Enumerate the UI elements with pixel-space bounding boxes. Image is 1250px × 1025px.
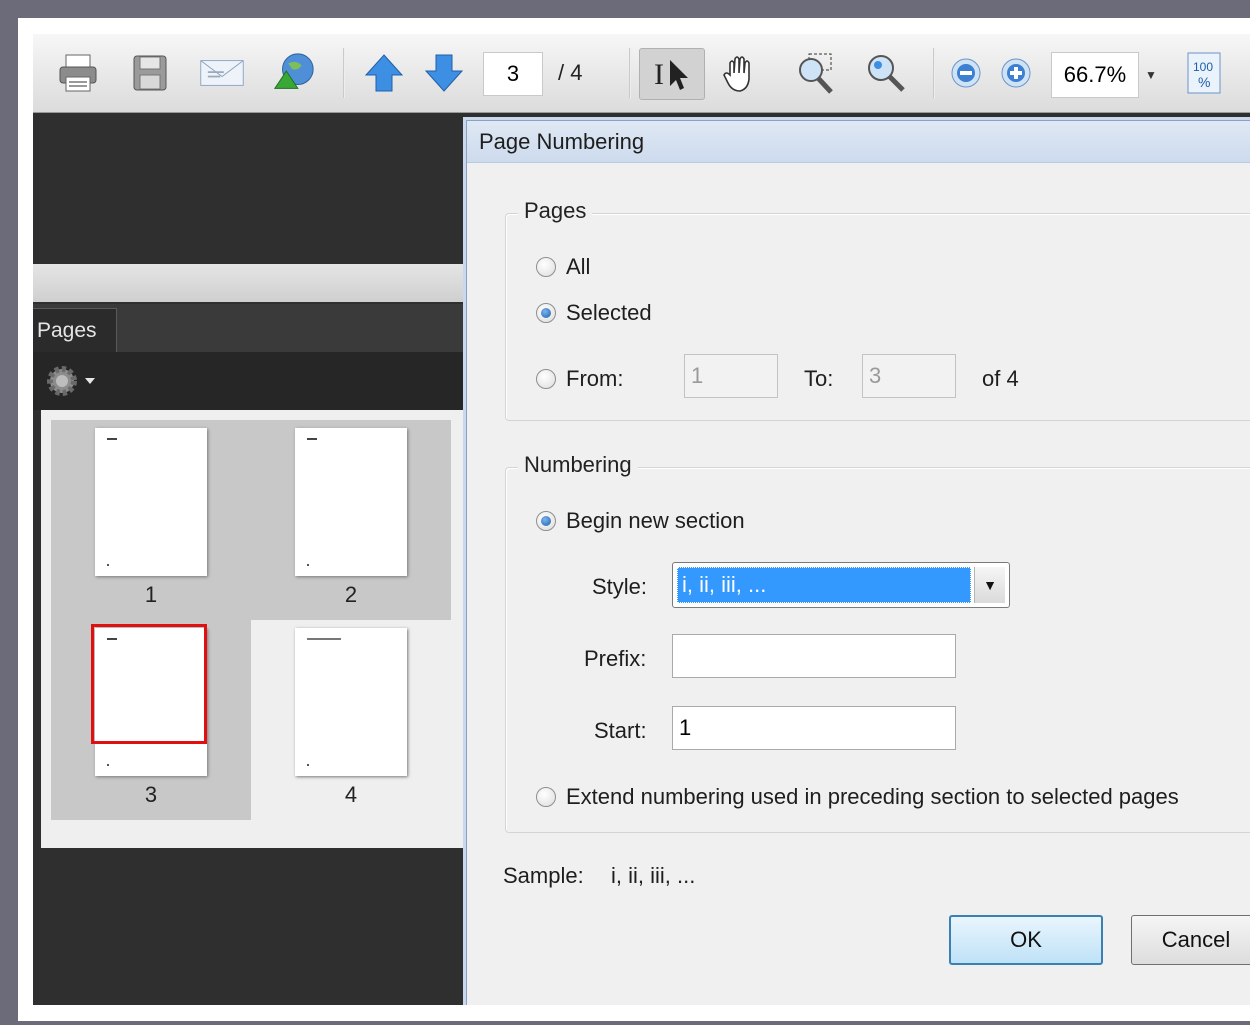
navigation-panel-header: Pages <box>33 304 465 353</box>
thumbnail-label: 3 <box>144 782 158 807</box>
pages-group-legend: Pages <box>518 198 593 224</box>
begin-new-section-radio[interactable]: Begin new section <box>536 508 745 534</box>
style-label: Style: <box>592 574 648 599</box>
numbering-group-legend: Numbering <box>518 452 638 478</box>
svg-text:I: I <box>654 58 664 91</box>
pdf-viewer-window: 3 / 4 I 66.7% ▼ 100% Pages 1 2 3 4 Page … <box>33 34 1250 1005</box>
radio-indicator <box>536 787 556 807</box>
actual-size-icon[interactable]: 100% <box>1181 48 1227 98</box>
options-gear-icon[interactable] <box>45 364 97 403</box>
page-range-radio[interactable]: From: <box>536 366 623 392</box>
page-numbering-dialog: Page Numbering Pages All Selected From: … <box>466 120 1250 1005</box>
save-icon[interactable] <box>127 48 173 98</box>
page-preview <box>295 428 407 576</box>
to-label: To: <box>804 366 834 391</box>
panel-divider <box>33 264 465 302</box>
page-thumbnails: 1 2 3 4 <box>41 410 465 848</box>
zoom-dropdown-icon[interactable]: ▼ <box>1145 68 1157 82</box>
marquee-zoom-icon[interactable] <box>793 48 839 98</box>
all-pages-radio[interactable]: All <box>536 254 590 280</box>
page-preview <box>295 628 407 776</box>
prefix-label: Prefix: <box>584 646 647 671</box>
radio-indicator <box>536 369 556 389</box>
cancel-button[interactable]: Cancel <box>1131 915 1250 965</box>
hand-tool-icon[interactable] <box>717 48 763 98</box>
all-pages-label: All <box>566 254 591 279</box>
pages-group: Pages All Selected From: 1 To: 3 of 4 <box>505 198 1250 421</box>
chevron-down-icon[interactable]: ▼ <box>974 567 1005 603</box>
next-page-icon[interactable] <box>421 48 467 98</box>
thumbnail-page-1[interactable]: 1 <box>51 420 251 620</box>
previous-page-icon[interactable] <box>361 48 407 98</box>
style-select[interactable]: i, ii, iii, ... ▼ <box>672 562 1010 608</box>
prefix-field[interactable] <box>672 634 956 678</box>
thumbnail-page-4[interactable]: 4 <box>251 620 451 820</box>
share-icon[interactable] <box>271 48 317 98</box>
thumbnail-label: 1 <box>144 582 158 607</box>
toolbar-separator <box>933 48 935 98</box>
page-count-label: of 4 <box>982 366 1019 391</box>
pages-panel-toolbar <box>33 352 465 410</box>
zoom-tool-icon[interactable] <box>863 48 909 98</box>
to-page-field[interactable]: 3 <box>862 354 956 398</box>
thumbnail-page-2[interactable]: 2 <box>251 420 451 620</box>
print-icon[interactable] <box>55 48 101 98</box>
zoom-level-input[interactable]: 66.7% <box>1051 52 1139 98</box>
zoom-in-icon[interactable] <box>993 48 1039 98</box>
start-label: Start: <box>594 718 647 743</box>
thumbnail-label: 4 <box>344 782 358 807</box>
page-preview <box>95 428 207 576</box>
svg-text:100: 100 <box>1193 60 1213 74</box>
begin-new-section-label: Begin new section <box>566 508 745 533</box>
email-icon[interactable] <box>199 48 245 98</box>
svg-text:%: % <box>1198 74 1210 90</box>
toolbar-separator <box>629 48 631 98</box>
toolbar: 3 / 4 I 66.7% ▼ 100% <box>33 34 1250 113</box>
selected-pages-label: Selected <box>566 300 652 325</box>
visible-area-highlight[interactable] <box>91 624 207 744</box>
sample-label: Sample: <box>503 863 584 888</box>
from-page-field[interactable]: 1 <box>684 354 778 398</box>
from-label: From: <box>566 366 624 391</box>
start-field[interactable]: 1 <box>672 706 956 750</box>
thumbnail-label: 2 <box>344 582 358 607</box>
style-selected-value: i, ii, iii, ... <box>677 567 971 603</box>
toolbar-separator <box>343 48 345 98</box>
select-tool-icon[interactable]: I <box>639 48 705 100</box>
sample-value: i, ii, iii, ... <box>611 863 696 888</box>
radio-indicator <box>536 511 556 531</box>
radio-indicator <box>536 257 556 277</box>
zoom-out-icon[interactable] <box>943 48 989 98</box>
radio-indicator <box>536 303 556 323</box>
dialog-title[interactable]: Page Numbering <box>467 121 1250 163</box>
pages-tab[interactable]: Pages <box>33 308 117 352</box>
extend-numbering-radio[interactable]: Extend numbering used in preceding secti… <box>536 784 1179 810</box>
numbering-group: Numbering Begin new section Style: i, ii… <box>505 452 1250 833</box>
current-page-input[interactable]: 3 <box>483 52 543 96</box>
ok-button[interactable]: OK <box>949 915 1103 965</box>
extend-numbering-label: Extend numbering used in preceding secti… <box>566 784 1179 809</box>
selected-pages-radio[interactable]: Selected <box>536 300 652 326</box>
total-pages-label: / 4 <box>558 60 583 85</box>
thumbnail-page-3[interactable]: 3 <box>51 620 251 820</box>
